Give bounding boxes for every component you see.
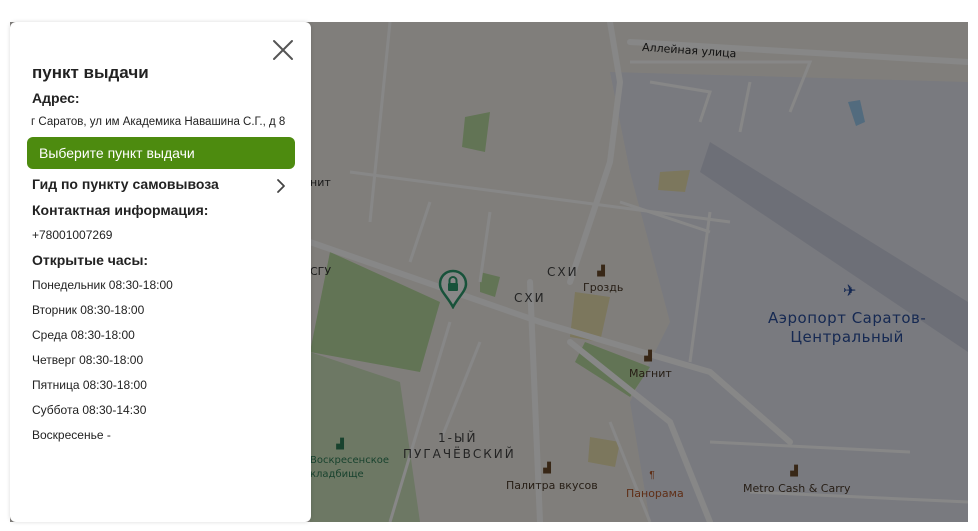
hours-monday: Понедельник 08:30-18:00 xyxy=(32,278,173,292)
poi-magnit[interactable]: Магнит xyxy=(629,367,672,380)
shop-icon: ▟ xyxy=(790,466,798,477)
poi-metro[interactable]: Metro Cash & Carry xyxy=(743,482,851,495)
hours-wednesday: Среда 08:30-18:00 xyxy=(32,328,135,342)
map-label-shi: СХИ xyxy=(547,265,579,279)
pickup-guide-label: Гид по пункту самовывоза xyxy=(32,176,219,192)
hours-friday: Пятница 08:30-18:00 xyxy=(32,378,147,392)
cemetery-icon: ▟ xyxy=(336,439,344,450)
hours-thursday: Четверг 08:30-18:00 xyxy=(32,353,144,367)
poi-cemetery-1[interactable]: Воскресенское xyxy=(310,455,389,466)
address-value: г Саратов, ул им Академика Навашина С.Г.… xyxy=(31,116,286,128)
poi-palitra[interactable]: Палитра вкусов xyxy=(506,479,598,492)
hours-saturday: Суббота 08:30-14:30 xyxy=(32,403,147,417)
poi-grozd[interactable]: Гроздь xyxy=(583,281,623,294)
airplane-icon: ✈ xyxy=(843,283,857,300)
map-label-nit: нит xyxy=(310,176,331,189)
hours-label: Открытые часы: xyxy=(32,252,149,268)
hours-sunday: Воскресенье - xyxy=(32,428,111,442)
airport-label[interactable]: Аэропорт Саратов- Центральный xyxy=(768,309,926,347)
phone-number[interactable]: +78001007269 xyxy=(32,228,112,242)
district-label-1: 1-ЫЙ xyxy=(438,431,478,445)
map-label-shi-secondary: СХИ xyxy=(514,291,546,305)
restaurant-icon: ¶ xyxy=(649,470,655,481)
shop-icon: ▟ xyxy=(644,351,652,362)
shop-icon: ▟ xyxy=(597,266,605,277)
contact-label: Контактная информация: xyxy=(32,202,209,218)
select-pickup-button[interactable]: Выберите пункт выдачи xyxy=(27,137,295,169)
map-label-sgu: СГУ xyxy=(310,265,332,278)
lock-pin-icon[interactable] xyxy=(438,269,468,309)
pickup-guide-link[interactable]: Гид по пункту самовывоза xyxy=(32,176,290,196)
close-icon[interactable] xyxy=(272,39,294,61)
poi-panorama[interactable]: Панорама xyxy=(626,487,684,500)
chevron-right-icon xyxy=(277,179,285,193)
panel-title: пункт выдачи xyxy=(32,63,149,82)
poi-cemetery-2: кладбище xyxy=(310,469,364,480)
hours-tuesday: Вторник 08:30-18:00 xyxy=(32,303,145,317)
district-label-2: ПУГАЧЁВСКИЙ xyxy=(403,447,516,461)
address-label: Адрес: xyxy=(32,90,80,106)
shop-icon: ▟ xyxy=(543,463,551,474)
